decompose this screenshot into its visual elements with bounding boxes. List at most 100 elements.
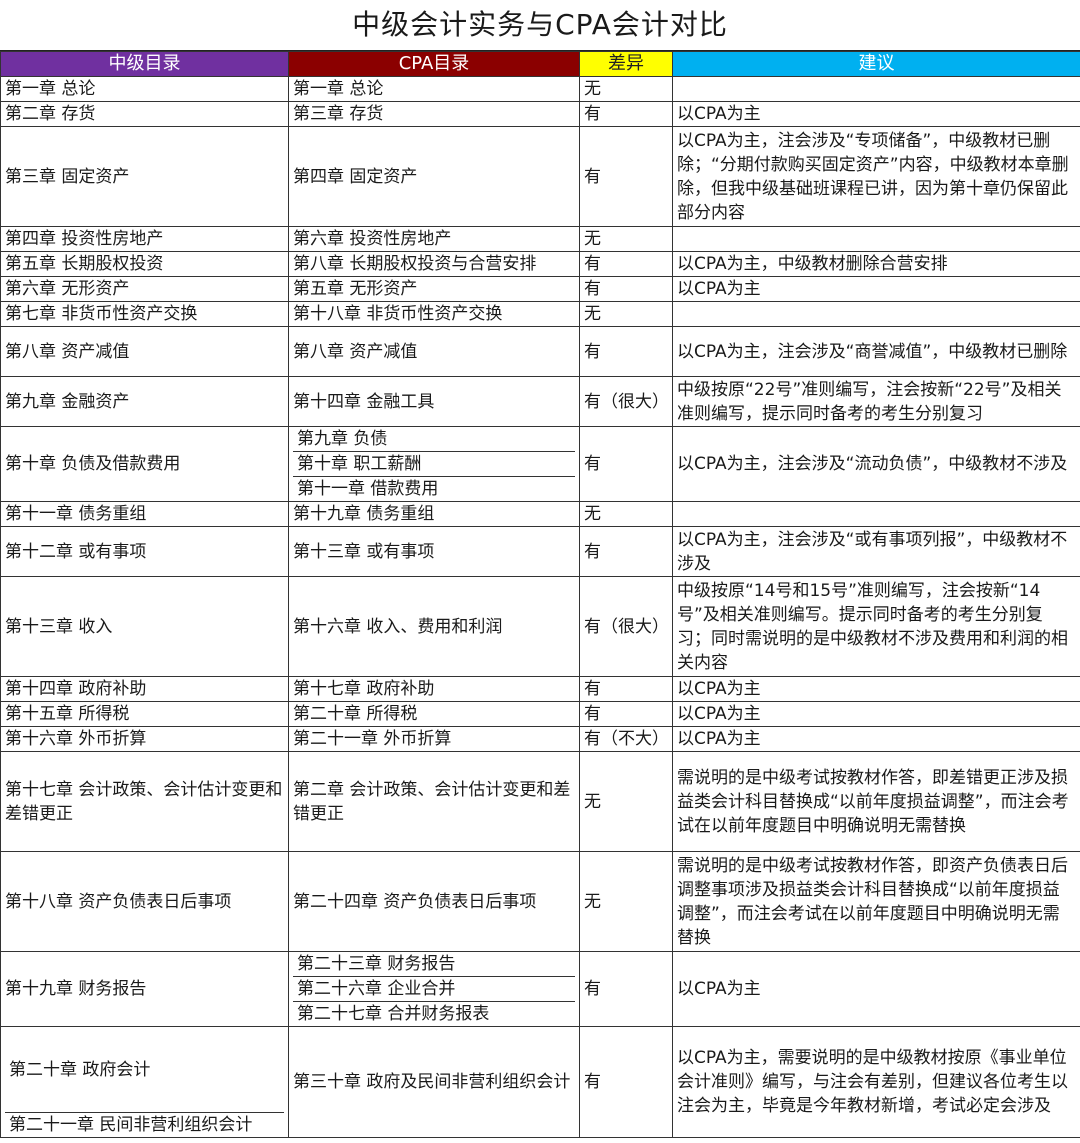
difference-cell: 有	[579, 101, 673, 127]
suggestion-cell: 以CPA为主，中级教材删除合营安排	[672, 251, 1080, 277]
mid-chapter-cell: 第八章 资产减值	[0, 326, 289, 377]
mid-chapter-cell: 第十七章 会计政策、会计估计变更和差错更正	[0, 751, 289, 852]
header-mid-catalog: 中级目录	[0, 51, 289, 77]
cpa-chapter-cell: 第二章 会计政策、会计估计变更和差错更正	[288, 751, 580, 852]
cpa-chapter-text: 第十一章 借款费用	[297, 479, 439, 499]
cpa-chapter-text: 第二十三章 财务报告	[293, 953, 575, 977]
header-difference: 差异	[579, 51, 673, 77]
mid-chapter-cell: 第六章 无形资产	[0, 276, 289, 302]
difference-cell: 有	[579, 1026, 673, 1138]
suggestion-cell: 以CPA为主	[672, 951, 1080, 1027]
header-cpa-catalog: CPA目录	[288, 51, 580, 77]
cpa-chapter-cell: 第二十四章 资产负债表日后事项	[288, 851, 580, 952]
table-row: 第十三章 收入 第十六章 收入、费用和利润 有（很大） 中级按原“14号和15号”准则…	[0, 576, 1080, 677]
suggestion-cell: 以CPA为主，注会涉及“商誉减值”，中级教材已删除	[672, 326, 1080, 377]
mid-chapter-cell: 第二章 存货	[0, 101, 289, 127]
mid-chapter-cell: 第十章 负债及借款费用	[0, 426, 289, 502]
suggestion-cell	[672, 226, 1080, 252]
mid-chapter-cell: 第九章 金融资产	[0, 376, 289, 427]
mid-chapter-cell: 第十六章 外币折算	[0, 726, 289, 752]
difference-cell: 有	[579, 676, 673, 702]
mid-chapter-cell: 第十五章 所得税	[0, 701, 289, 727]
suggestion-cell: 以CPA为主，注会涉及“专项储备”，中级教材已删除；“分期付款购买固定资产”内容…	[672, 126, 1080, 227]
table-row: 第十一章 债务重组 第十九章 债务重组无	[0, 501, 1080, 527]
cpa-chapter-cell: 第十三章 或有事项	[288, 526, 580, 577]
difference-cell: 无	[579, 501, 673, 527]
table-row: 第十四章 政府补助 第十七章 政府补助有以CPA为主	[0, 676, 1080, 702]
mid-chapter-text: 第二十章 政府会计	[5, 1028, 284, 1113]
difference-cell: 有（很大）	[579, 576, 673, 677]
comparison-table: 中级目录 CPA目录 差异 建议 第一章 总论 第一章 总论无第二章 存货 第三章 …	[0, 51, 1080, 1138]
difference-cell: 有	[579, 326, 673, 377]
table-row: 第十五章 所得税 第二十章 所得税有以CPA为主	[0, 701, 1080, 727]
mid-chapter-cell: 第十八章 资产负债表日后事项	[0, 851, 289, 952]
table-row: 第二章 存货 第三章 存货有以CPA为主	[0, 101, 1080, 127]
table-row: 第六章 无形资产 第五章 无形资产有以CPA为主	[0, 276, 1080, 302]
mid-chapter-cell: 第十一章 债务重组	[0, 501, 289, 527]
table-row: 第十九章 财务报告 第二十三章 财务报告 第二十六章 企业合并 第二十七章 合并财务报…	[0, 951, 1080, 1027]
cpa-chapter-cell: 第八章 资产减值	[288, 326, 580, 377]
suggestion-cell: 以CPA为主，注会涉及“或有事项列报”，中级教材不涉及	[672, 526, 1080, 577]
cpa-chapter-cell: 第十七章 政府补助	[288, 676, 580, 702]
page-title: 中级会计实务与CPA会计对比	[0, 0, 1080, 51]
difference-cell: 无	[579, 751, 673, 852]
difference-cell: 有	[579, 276, 673, 302]
mid-chapter-cell: 第十三章 收入	[0, 576, 289, 677]
suggestion-cell: 以CPA为主	[672, 276, 1080, 302]
table-row: 第二十章 政府会计 第二十一章 民间非营利组织会计 第三十章 政府及民间非营利组织会…	[0, 1026, 1080, 1138]
difference-cell: 有（很大）	[579, 376, 673, 427]
cpa-chapter-cell: 第五章 无形资产	[288, 276, 580, 302]
suggestion-cell: 以CPA为主，需要说明的是中级教材按原《事业单位会计准则》编写，与注会有差别，但…	[672, 1026, 1080, 1138]
suggestion-cell: 需说明的是中级考试按教材作答，即资产负债表日后调整事项涉及损益类会计科目替换成“…	[672, 851, 1080, 952]
cpa-chapter-cell: 第三十章 政府及民间非营利组织会计	[288, 1026, 580, 1138]
cpa-chapter-text: 第二十七章 合并财务报表	[297, 1004, 490, 1024]
cpa-chapter-cell: 第三章 存货	[288, 101, 580, 127]
difference-cell: 有	[579, 701, 673, 727]
mid-chapter-cell: 第四章 投资性房地产	[0, 226, 289, 252]
cpa-chapter-cell: 第九章 负债 第十章 职工薪酬 第十一章 借款费用	[288, 426, 580, 502]
table-row: 第五章 长期股权投资 第八章 长期股权投资与合营安排有以CPA为主，中级教材删除合…	[0, 251, 1080, 277]
cpa-chapter-text: 第九章 负债	[293, 428, 575, 452]
header-row: 中级目录 CPA目录 差异 建议	[0, 51, 1080, 77]
mid-chapter-cell: 第七章 非货币性资产交换	[0, 301, 289, 327]
suggestion-cell: 需说明的是中级考试按教材作答，即差错更正涉及损益类会计科目替换成“以前年度损益调…	[672, 751, 1080, 852]
difference-cell: 无	[579, 76, 673, 102]
suggestion-cell: 以CPA为主，注会涉及“流动负债”，中级教材不涉及	[672, 426, 1080, 502]
difference-cell: 有（不大）	[579, 726, 673, 752]
suggestion-cell: 中级按原“22号”准则编写，注会按新“22号”及相关准则编写，提示同时备考的考生…	[672, 376, 1080, 427]
table-row: 第八章 资产减值 第八章 资产减值有以CPA为主，注会涉及“商誉减值”，中级教材已…	[0, 326, 1080, 377]
suggestion-cell	[672, 501, 1080, 527]
cpa-chapter-text: 第十章 职工薪酬	[293, 452, 575, 477]
difference-cell: 有	[579, 426, 673, 502]
table-row: 第七章 非货币性资产交换 第十八章 非货币性资产交换无	[0, 301, 1080, 327]
cpa-chapter-cell: 第二十章 所得税	[288, 701, 580, 727]
cpa-chapter-cell: 第十四章 金融工具	[288, 376, 580, 427]
mid-chapter-cell: 第五章 长期股权投资	[0, 251, 289, 277]
suggestion-cell: 中级按原“14号和15号”准则编写，注会按新“14号”及相关准则编写。提示同时备…	[672, 576, 1080, 677]
mid-chapter-cell: 第十九章 财务报告	[0, 951, 289, 1027]
cpa-chapter-cell: 第二十三章 财务报告 第二十六章 企业合并 第二十七章 合并财务报表	[288, 951, 580, 1027]
table-row: 第一章 总论 第一章 总论无	[0, 76, 1080, 102]
table-body: 第一章 总论 第一章 总论无第二章 存货 第三章 存货有以CPA为主 第三章 固定资产…	[0, 76, 1080, 1138]
mid-chapter-text: 第二十一章 民间非营利组织会计	[9, 1115, 253, 1135]
suggestion-cell: 以CPA为主	[672, 726, 1080, 752]
difference-cell: 无	[579, 226, 673, 252]
mid-chapter-cell: 第十四章 政府补助	[0, 676, 289, 702]
suggestion-cell: 以CPA为主	[672, 101, 1080, 127]
suggestion-cell: 以CPA为主	[672, 701, 1080, 727]
mid-chapter-cell: 第二十章 政府会计 第二十一章 民间非营利组织会计	[0, 1026, 289, 1138]
mid-chapter-cell: 第十二章 或有事项	[0, 526, 289, 577]
cpa-chapter-cell: 第十八章 非货币性资产交换	[288, 301, 580, 327]
suggestion-cell	[672, 301, 1080, 327]
difference-cell: 有	[579, 951, 673, 1027]
table-row: 第十八章 资产负债表日后事项 第二十四章 资产负债表日后事项无需说明的是中级考试按…	[0, 851, 1080, 952]
table-row: 第九章 金融资产 第十四章 金融工具 有（很大） 中级按原“22号”准则编写，注会按新…	[0, 376, 1080, 427]
suggestion-cell	[672, 76, 1080, 102]
table-row: 第十章 负债及借款费用 第九章 负债 第十章 职工薪酬 第十一章 借款费用有以CPA为…	[0, 426, 1080, 502]
cpa-chapter-cell: 第八章 长期股权投资与合营安排	[288, 251, 580, 277]
difference-cell: 有	[579, 126, 673, 227]
table-row: 第十二章 或有事项 第十三章 或有事项有以CPA为主，注会涉及“或有事项列报”，中…	[0, 526, 1080, 577]
table-row: 第十七章 会计政策、会计估计变更和差错更正 第二章 会计政策、会计估计变更和差错更…	[0, 751, 1080, 852]
difference-cell: 无	[579, 301, 673, 327]
header-suggestion: 建议	[672, 51, 1080, 77]
